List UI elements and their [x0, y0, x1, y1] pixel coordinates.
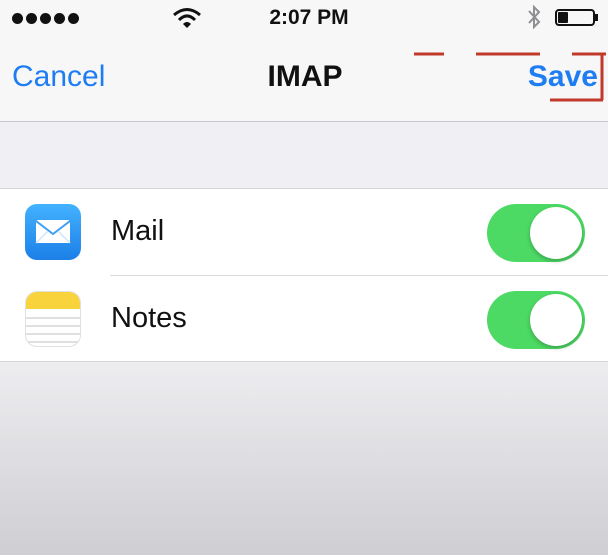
list-item-notes: Notes	[0, 276, 608, 362]
list-item-label: Notes	[111, 302, 187, 334]
mail-icon	[25, 204, 81, 260]
save-highlight-annotation	[414, 52, 606, 102]
notes-icon	[25, 291, 81, 347]
group-header-spacer	[0, 122, 608, 188]
empty-background	[0, 362, 608, 555]
bluetooth-icon	[528, 4, 541, 30]
list-item-label: Mail	[111, 215, 165, 247]
status-time: 2:07 PM	[269, 6, 349, 29]
battery-icon	[555, 9, 598, 26]
toggle-knob	[530, 207, 582, 259]
status-bar: 2:07 PM	[0, 0, 608, 36]
toggle-knob	[530, 294, 582, 346]
mail-toggle[interactable]	[487, 204, 585, 262]
list-item-mail: Mail	[0, 189, 608, 276]
notes-toggle[interactable]	[487, 291, 585, 349]
sync-list: Mail Notes	[0, 188, 608, 362]
